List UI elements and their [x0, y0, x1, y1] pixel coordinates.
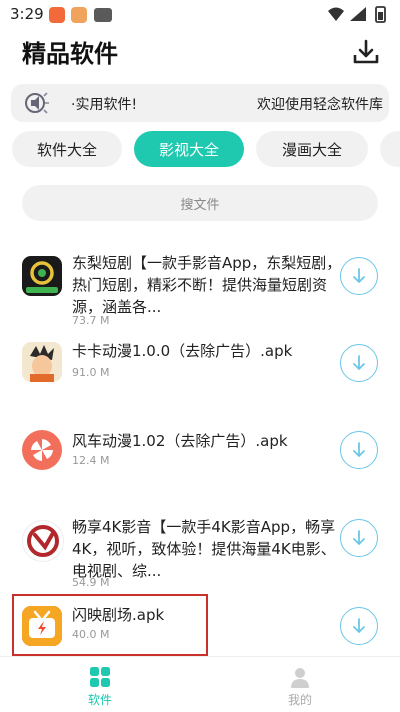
app-size: 91.0 M	[72, 366, 110, 379]
user-icon	[291, 668, 309, 688]
notice-text: 欢迎使用轻念软件库	[257, 97, 383, 113]
grid-icon	[90, 667, 110, 687]
tab-more[interactable]	[380, 131, 400, 167]
notification-app-icon	[49, 7, 65, 23]
app-name: 畅享4K影音【一款手4K影音App，畅享4K，视听，致体验！提供海量4K电影、电…	[72, 518, 336, 580]
dongli-duanju-icon	[22, 256, 62, 296]
status-time: 3:29	[10, 5, 44, 23]
selection-highlight-box	[12, 594, 208, 656]
kaka-dongman-icon	[22, 342, 62, 382]
download-button[interactable]	[340, 257, 378, 295]
nav-label: 软件	[87, 693, 112, 707]
signal-icon	[350, 7, 366, 21]
download-button[interactable]	[340, 519, 378, 557]
app-name: 东梨短剧【一款手影音App，东梨短剧，热门短剧，精彩不断！提供海量短剧资源，涵盖…	[72, 254, 342, 316]
system-indicators	[326, 5, 390, 29]
category-tabs: 软件大全 影视大全 漫画大全	[0, 131, 400, 167]
bottom-nav: 软件 我的	[0, 656, 400, 712]
fengche-dongman-icon	[22, 430, 62, 470]
wifi-icon	[328, 7, 344, 21]
search-input[interactable]: 搜文件	[22, 185, 378, 221]
notice-text: ·实用软件!	[71, 97, 138, 113]
app-size: 73.7 M	[72, 314, 110, 327]
status-bar: 3:29	[0, 0, 400, 30]
download-button[interactable]	[340, 607, 378, 645]
tab-software[interactable]: 软件大全	[12, 131, 122, 167]
changxiang-4k-icon	[22, 520, 64, 562]
app-size: 54.9 M	[72, 576, 110, 589]
download-manager-button[interactable]	[352, 38, 380, 66]
download-button[interactable]	[340, 431, 378, 469]
download-icon	[353, 39, 379, 64]
app-name: 风车动漫1.02（去除广告）.apk	[72, 432, 288, 450]
download-arrow-icon	[353, 268, 365, 283]
download-arrow-icon	[353, 618, 365, 633]
tab-movies[interactable]: 影视大全	[134, 131, 244, 167]
download-button[interactable]	[340, 344, 378, 382]
download-arrow-icon	[353, 442, 365, 457]
nav-label: 我的	[287, 693, 312, 707]
megaphone-icon	[25, 92, 49, 114]
app-size: 12.4 M	[72, 454, 110, 467]
nav-software[interactable]: 软件	[60, 665, 140, 708]
notification-app-icon	[71, 7, 87, 23]
download-arrow-icon	[353, 530, 365, 545]
page-title: 精品软件	[22, 40, 118, 68]
tab-comics[interactable]: 漫画大全	[256, 131, 368, 167]
notification-app-icon	[94, 8, 112, 22]
download-arrow-icon	[353, 355, 365, 370]
notice-bar[interactable]: ·实用软件! 欢迎使用轻念软件库	[11, 84, 389, 122]
app-name: 卡卡动漫1.0.0（去除广告）.apk	[72, 342, 293, 360]
nav-profile[interactable]: 我的	[260, 665, 340, 708]
